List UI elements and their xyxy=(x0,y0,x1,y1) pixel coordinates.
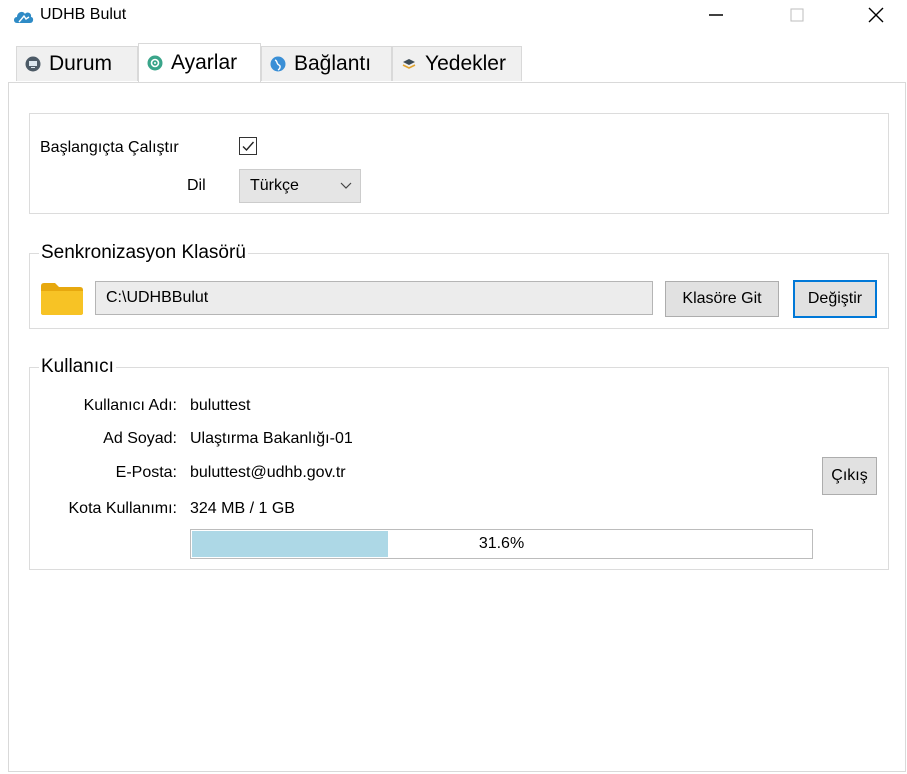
email-value: buluttest@udhb.gov.tr xyxy=(190,464,346,481)
close-icon xyxy=(868,7,884,23)
gear-icon xyxy=(147,55,163,71)
maximize-button[interactable] xyxy=(774,0,820,30)
startup-checkbox[interactable] xyxy=(239,137,257,155)
general-group xyxy=(29,113,889,214)
monitor-icon xyxy=(25,56,41,72)
quota-progress-bar: 31.6% xyxy=(190,529,813,559)
username-value: buluttest xyxy=(190,397,251,414)
tab-label: Bağlantı xyxy=(294,52,372,75)
chevron-down-icon xyxy=(340,182,352,189)
email-label: E-Posta: xyxy=(115,464,177,481)
fullname-value: Ulaştırma Bakanlığı-01 xyxy=(190,430,353,447)
logout-button[interactable]: Çıkış xyxy=(822,457,877,495)
sync-folder-legend: Senkronizasyon Klasörü xyxy=(39,242,248,264)
globe-icon xyxy=(270,56,286,72)
user-legend: Kullanıcı xyxy=(39,356,116,378)
change-folder-button[interactable]: Değiştir xyxy=(793,280,877,318)
minimize-button[interactable] xyxy=(693,0,739,30)
fullname-label: Ad Soyad: xyxy=(103,430,177,447)
close-button[interactable] xyxy=(853,0,899,30)
tab-bar: Durum Ayarlar Bağlantı Yedekler xyxy=(8,43,907,83)
quota-percent-text: 31.6% xyxy=(478,535,525,552)
tab-baglanti[interactable]: Bağlantı xyxy=(261,46,392,81)
tab-yedekler[interactable]: Yedekler xyxy=(392,46,522,81)
tab-label: Ayarlar xyxy=(171,51,238,74)
layers-icon xyxy=(402,59,416,69)
open-folder-button[interactable]: Klasöre Git xyxy=(665,281,779,317)
checkmark-icon xyxy=(242,141,255,152)
language-select[interactable]: Türkçe xyxy=(239,169,361,203)
cloud-icon xyxy=(14,11,34,23)
maximize-icon xyxy=(790,8,804,22)
username-label: Kullanıcı Adı: xyxy=(83,397,177,414)
quota-label: Kota Kullanımı: xyxy=(68,500,178,517)
tab-label: Yedekler xyxy=(425,52,506,75)
quota-value: 324 MB / 1 GB xyxy=(190,500,295,517)
title-bar: UDHB Bulut xyxy=(0,0,907,34)
startup-label: Başlangıçta Çalıştır xyxy=(40,139,179,156)
language-value: Türkçe xyxy=(250,177,299,194)
window-title: UDHB Bulut xyxy=(40,6,127,23)
minimize-icon xyxy=(709,14,723,16)
tab-ayarlar[interactable]: Ayarlar xyxy=(138,43,261,82)
language-label: Dil xyxy=(187,177,206,194)
folder-icon xyxy=(41,283,83,315)
folder-path-input[interactable]: C:\UDHBBulut xyxy=(95,281,653,315)
tab-durum[interactable]: Durum xyxy=(16,46,138,81)
tab-label: Durum xyxy=(49,52,113,75)
